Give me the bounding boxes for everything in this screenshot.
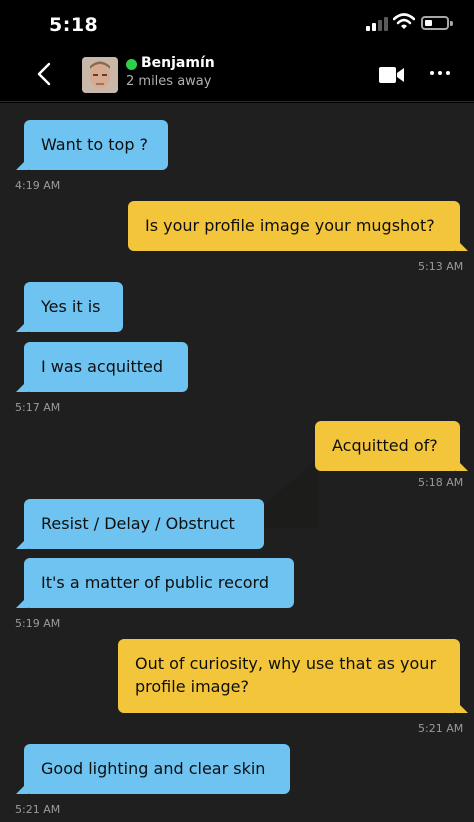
message-bubble[interactable]: It's a matter of public record xyxy=(16,558,294,608)
battery-icon xyxy=(421,16,453,30)
message-timestamp: 5:18 AM xyxy=(418,476,464,489)
message-text: Resist / Delay / Obstruct xyxy=(41,514,235,533)
message-timestamp: 5:21 AM xyxy=(418,722,464,735)
more-options-icon[interactable] xyxy=(428,71,452,77)
online-dot-icon xyxy=(126,59,137,70)
status-bar: 5:18 xyxy=(0,0,474,48)
message-bubble[interactable]: Is your profile image your mugshot? xyxy=(128,201,468,251)
profile-name[interactable]: Benjamín xyxy=(141,55,215,71)
message-timestamp: 5:13 AM xyxy=(418,260,464,273)
message-bubble[interactable]: Acquitted of? xyxy=(315,421,468,471)
message-text: I was acquitted xyxy=(41,357,164,376)
profile-distance: 2 miles away xyxy=(126,74,212,89)
message-text: Want to top ? xyxy=(41,135,149,154)
message-text: Out of curiosity, why use that as your p… xyxy=(135,654,437,696)
signal-icon xyxy=(366,17,388,31)
message-timestamp: 5:21 AM xyxy=(15,803,61,816)
message-bubble[interactable]: Yes it is xyxy=(16,282,123,332)
message-text: Good lighting and clear skin xyxy=(41,759,266,778)
message-timestamp: 5:17 AM xyxy=(15,401,61,414)
back-chevron-icon[interactable] xyxy=(33,60,57,88)
wifi-icon xyxy=(393,13,415,29)
message-bubble[interactable]: Want to top ? xyxy=(16,120,168,170)
message-bubble[interactable]: I was acquitted xyxy=(16,342,188,392)
message-bubble[interactable]: Out of curiosity, why use that as your p… xyxy=(118,639,468,713)
message-text: Is your profile image your mugshot? xyxy=(145,216,435,235)
message-timestamp: 4:19 AM xyxy=(15,179,61,192)
status-time: 5:18 xyxy=(49,14,99,36)
chat-thread[interactable]: Want to top ? 4:19 AM Is your profile im… xyxy=(0,103,474,822)
message-bubble[interactable]: Resist / Delay / Obstruct xyxy=(16,499,264,549)
message-text: Yes it is xyxy=(41,297,101,316)
message-bubble[interactable]: Good lighting and clear skin xyxy=(16,744,290,794)
message-timestamp: 5:19 AM xyxy=(15,617,61,630)
avatar[interactable] xyxy=(82,57,118,93)
message-text: Acquitted of? xyxy=(332,436,438,455)
video-call-icon[interactable] xyxy=(379,66,405,84)
message-text: It's a matter of public record xyxy=(41,573,269,592)
chat-header: Benjamín 2 miles away xyxy=(0,48,474,102)
